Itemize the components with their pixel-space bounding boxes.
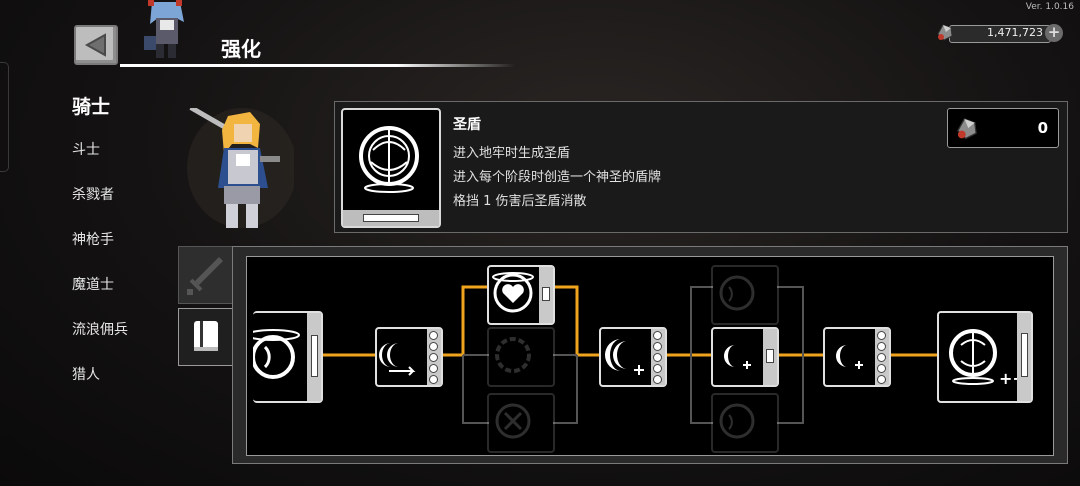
tree-node-shield-gear[interactable] bbox=[487, 327, 555, 387]
skill-detail-card: 圣盾 进入地牢时生成圣盾 进入每个阶段时创造一个神圣的盾牌 格挡 1 伤害后圣盾… bbox=[334, 101, 1068, 233]
skill-desc-line-2: 进入每个阶段时创造一个神圣的盾牌 bbox=[453, 170, 662, 185]
version-label: Ver. 1.0.16 bbox=[1025, 2, 1074, 12]
sidebar-item-hunter[interactable]: 猎人 bbox=[72, 364, 100, 384]
shield-orb-icon bbox=[246, 329, 300, 379]
currency-display: 1,471,723 + bbox=[935, 22, 1065, 44]
tree-node-crescent-small-plus-2[interactable] bbox=[823, 327, 891, 387]
skill-desc-line-1: 进入地牢时生成圣盾 bbox=[453, 146, 571, 161]
tree-node-crescent-arrow[interactable] bbox=[375, 327, 443, 387]
left-edge-handle[interactable] bbox=[0, 62, 9, 172]
tree-node-crescent-small-plus[interactable] bbox=[711, 327, 779, 387]
currency-amount: 1,471,723 bbox=[987, 26, 1043, 39]
crescent-small-plus-icon bbox=[724, 345, 751, 369]
sword-icon bbox=[187, 257, 223, 295]
sidebar-item-mercenary[interactable]: 流浪佣兵 bbox=[72, 319, 128, 339]
sidebar-item-slayer[interactable]: 杀戮者 bbox=[72, 184, 114, 204]
shield-gear-icon bbox=[495, 337, 531, 373]
ore-gem-icon bbox=[957, 118, 977, 140]
book-icon bbox=[194, 321, 218, 351]
character-sprite-header bbox=[144, 0, 184, 58]
sidebar-item-fighter[interactable]: 斗士 bbox=[72, 139, 100, 159]
tree-node-heart-shield[interactable] bbox=[487, 265, 555, 325]
sidebar-item-gunner[interactable]: 神枪手 bbox=[72, 229, 114, 249]
sidebar-item-mage[interactable]: 魔道士 bbox=[72, 274, 114, 294]
page-title: 强化 bbox=[221, 37, 261, 61]
crescent-arrow-icon bbox=[379, 343, 416, 376]
tree-node-root[interactable] bbox=[246, 311, 323, 403]
skill-tree: ++ bbox=[246, 256, 1054, 456]
add-currency-button[interactable]: + bbox=[1045, 24, 1063, 42]
tree-node-shield-x[interactable] bbox=[487, 393, 555, 453]
tab-book[interactable] bbox=[178, 308, 234, 366]
skill-desc-line-3: 格挡 1 伤害后圣盾消散 bbox=[453, 194, 587, 209]
tree-node-crescent-plus[interactable] bbox=[599, 327, 667, 387]
upgrade-cost: 0 bbox=[947, 108, 1059, 148]
skill-name: 圣盾 bbox=[453, 117, 481, 133]
crescent-small-plus-icon bbox=[836, 345, 863, 369]
tree-node-final[interactable]: ++ bbox=[937, 311, 1033, 403]
back-arrow-icon bbox=[84, 33, 106, 57]
tab-sword[interactable] bbox=[178, 246, 234, 304]
heart-shield-icon bbox=[492, 272, 534, 313]
cost-value: 0 bbox=[1037, 119, 1048, 137]
shield-x-icon bbox=[495, 403, 531, 439]
tree-node-orb-top[interactable] bbox=[711, 265, 779, 325]
shield-orb-icon bbox=[719, 403, 755, 439]
tree-node-orb-bottom[interactable] bbox=[711, 393, 779, 453]
skill-icon-frame bbox=[341, 108, 441, 228]
shield-orb-icon bbox=[359, 126, 419, 193]
title-divider bbox=[120, 64, 515, 67]
ore-gem-icon bbox=[937, 24, 953, 41]
crescent-plus-icon bbox=[605, 339, 644, 375]
shield-orb-icon bbox=[719, 275, 755, 311]
sidebar-item-knight[interactable]: 骑士 bbox=[72, 92, 110, 119]
knight-portrait bbox=[187, 108, 294, 228]
back-button[interactable] bbox=[74, 25, 118, 65]
